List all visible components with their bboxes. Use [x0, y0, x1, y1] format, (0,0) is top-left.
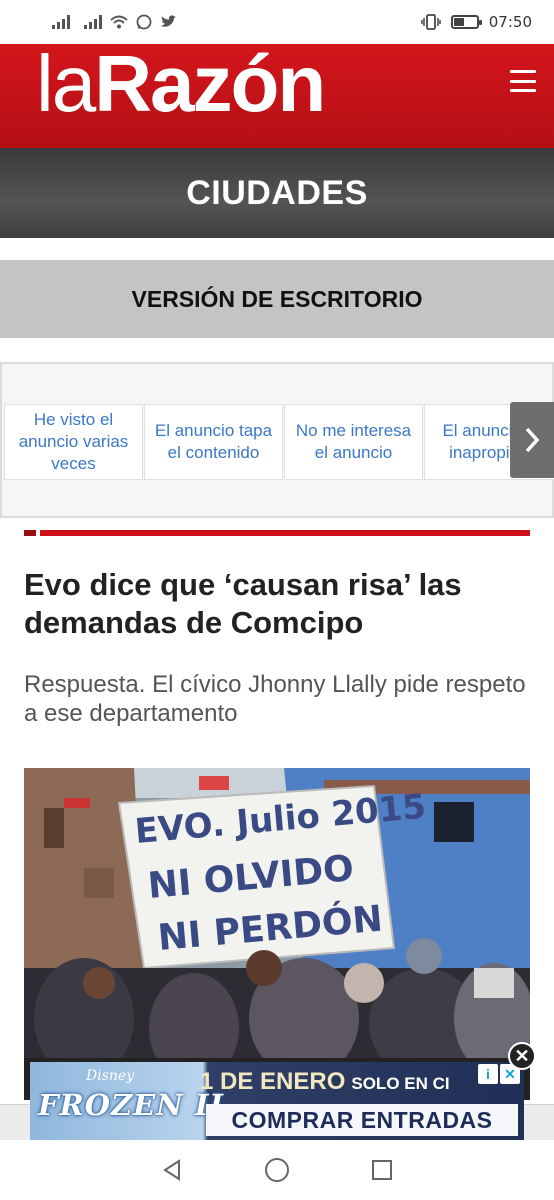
article-divider [24, 530, 530, 536]
status-bar: 07:50 [0, 0, 554, 44]
info-icon[interactable]: i [478, 1064, 498, 1084]
desktop-version-label: VERSIÓN DE ESCRITORIO [131, 285, 423, 312]
ad-feedback-box: He visto el anuncio varias veces El anun… [0, 362, 554, 518]
ad-feedback-option[interactable]: El anuncio tapa el contenido [144, 404, 283, 480]
ad-brand: Disney [86, 1068, 135, 1084]
status-right-icons: 07:50 [421, 13, 532, 31]
ad-date-text: 1 DE ENERO [200, 1068, 346, 1095]
hamburger-menu-icon[interactable] [510, 70, 536, 92]
ad-cta-button[interactable]: COMPRAR ENTRADAS [206, 1104, 518, 1136]
clock: 07:50 [488, 13, 532, 31]
ad-feedback-option[interactable]: He visto el anuncio varias veces [4, 404, 143, 480]
site-header: laRazón [0, 44, 554, 148]
section-title: CIUDADES [186, 173, 368, 212]
section-bar[interactable]: CIUDADES [0, 148, 554, 238]
signal-icon [84, 15, 102, 29]
logo-part-razon: Razón [94, 44, 326, 128]
logo-part-la: la [36, 44, 96, 128]
signal-icon [52, 15, 70, 29]
article-photo[interactable]: EVO. Julio 2015 NI OLVIDO NI PERDÓN [24, 768, 530, 1100]
home-circle-icon[interactable] [263, 1156, 291, 1184]
site-logo[interactable]: laRazón [36, 44, 326, 130]
article-subtitle: Respuesta. El cívico Jhonny Llally pide … [24, 671, 526, 727]
twitter-icon [161, 15, 176, 27]
system-nav-bar [0, 1140, 554, 1200]
desktop-version-button[interactable]: VERSIÓN DE ESCRITORIO [0, 260, 554, 338]
ad-feedback-options: He visto el anuncio varias veces El anun… [4, 404, 554, 480]
back-triangle-icon[interactable] [158, 1156, 186, 1184]
wifi-icon [110, 15, 128, 29]
ad-tagline: SOLO EN CI [351, 1074, 450, 1093]
battery-icon [450, 15, 482, 29]
bottom-ad-banner[interactable]: Disney FROZEN II 1 DE ENERO SOLO EN CI CO… [30, 1062, 524, 1140]
article-title[interactable]: Evo dice que ‘causan risa’ las demandas … [24, 566, 534, 642]
status-left-icons [52, 14, 421, 30]
whatsapp-icon [136, 14, 152, 30]
ad-feedback-option[interactable]: No me interesa el anuncio [284, 404, 423, 480]
recents-square-icon[interactable] [368, 1156, 396, 1184]
close-icon[interactable]: ✕ [508, 1042, 536, 1070]
chevron-right-icon[interactable] [510, 402, 554, 478]
vibrate-icon [421, 14, 441, 30]
ad-movie-title: FROZEN II [38, 1088, 224, 1122]
ad-date: 1 DE ENERO SOLO EN CI [200, 1068, 450, 1096]
